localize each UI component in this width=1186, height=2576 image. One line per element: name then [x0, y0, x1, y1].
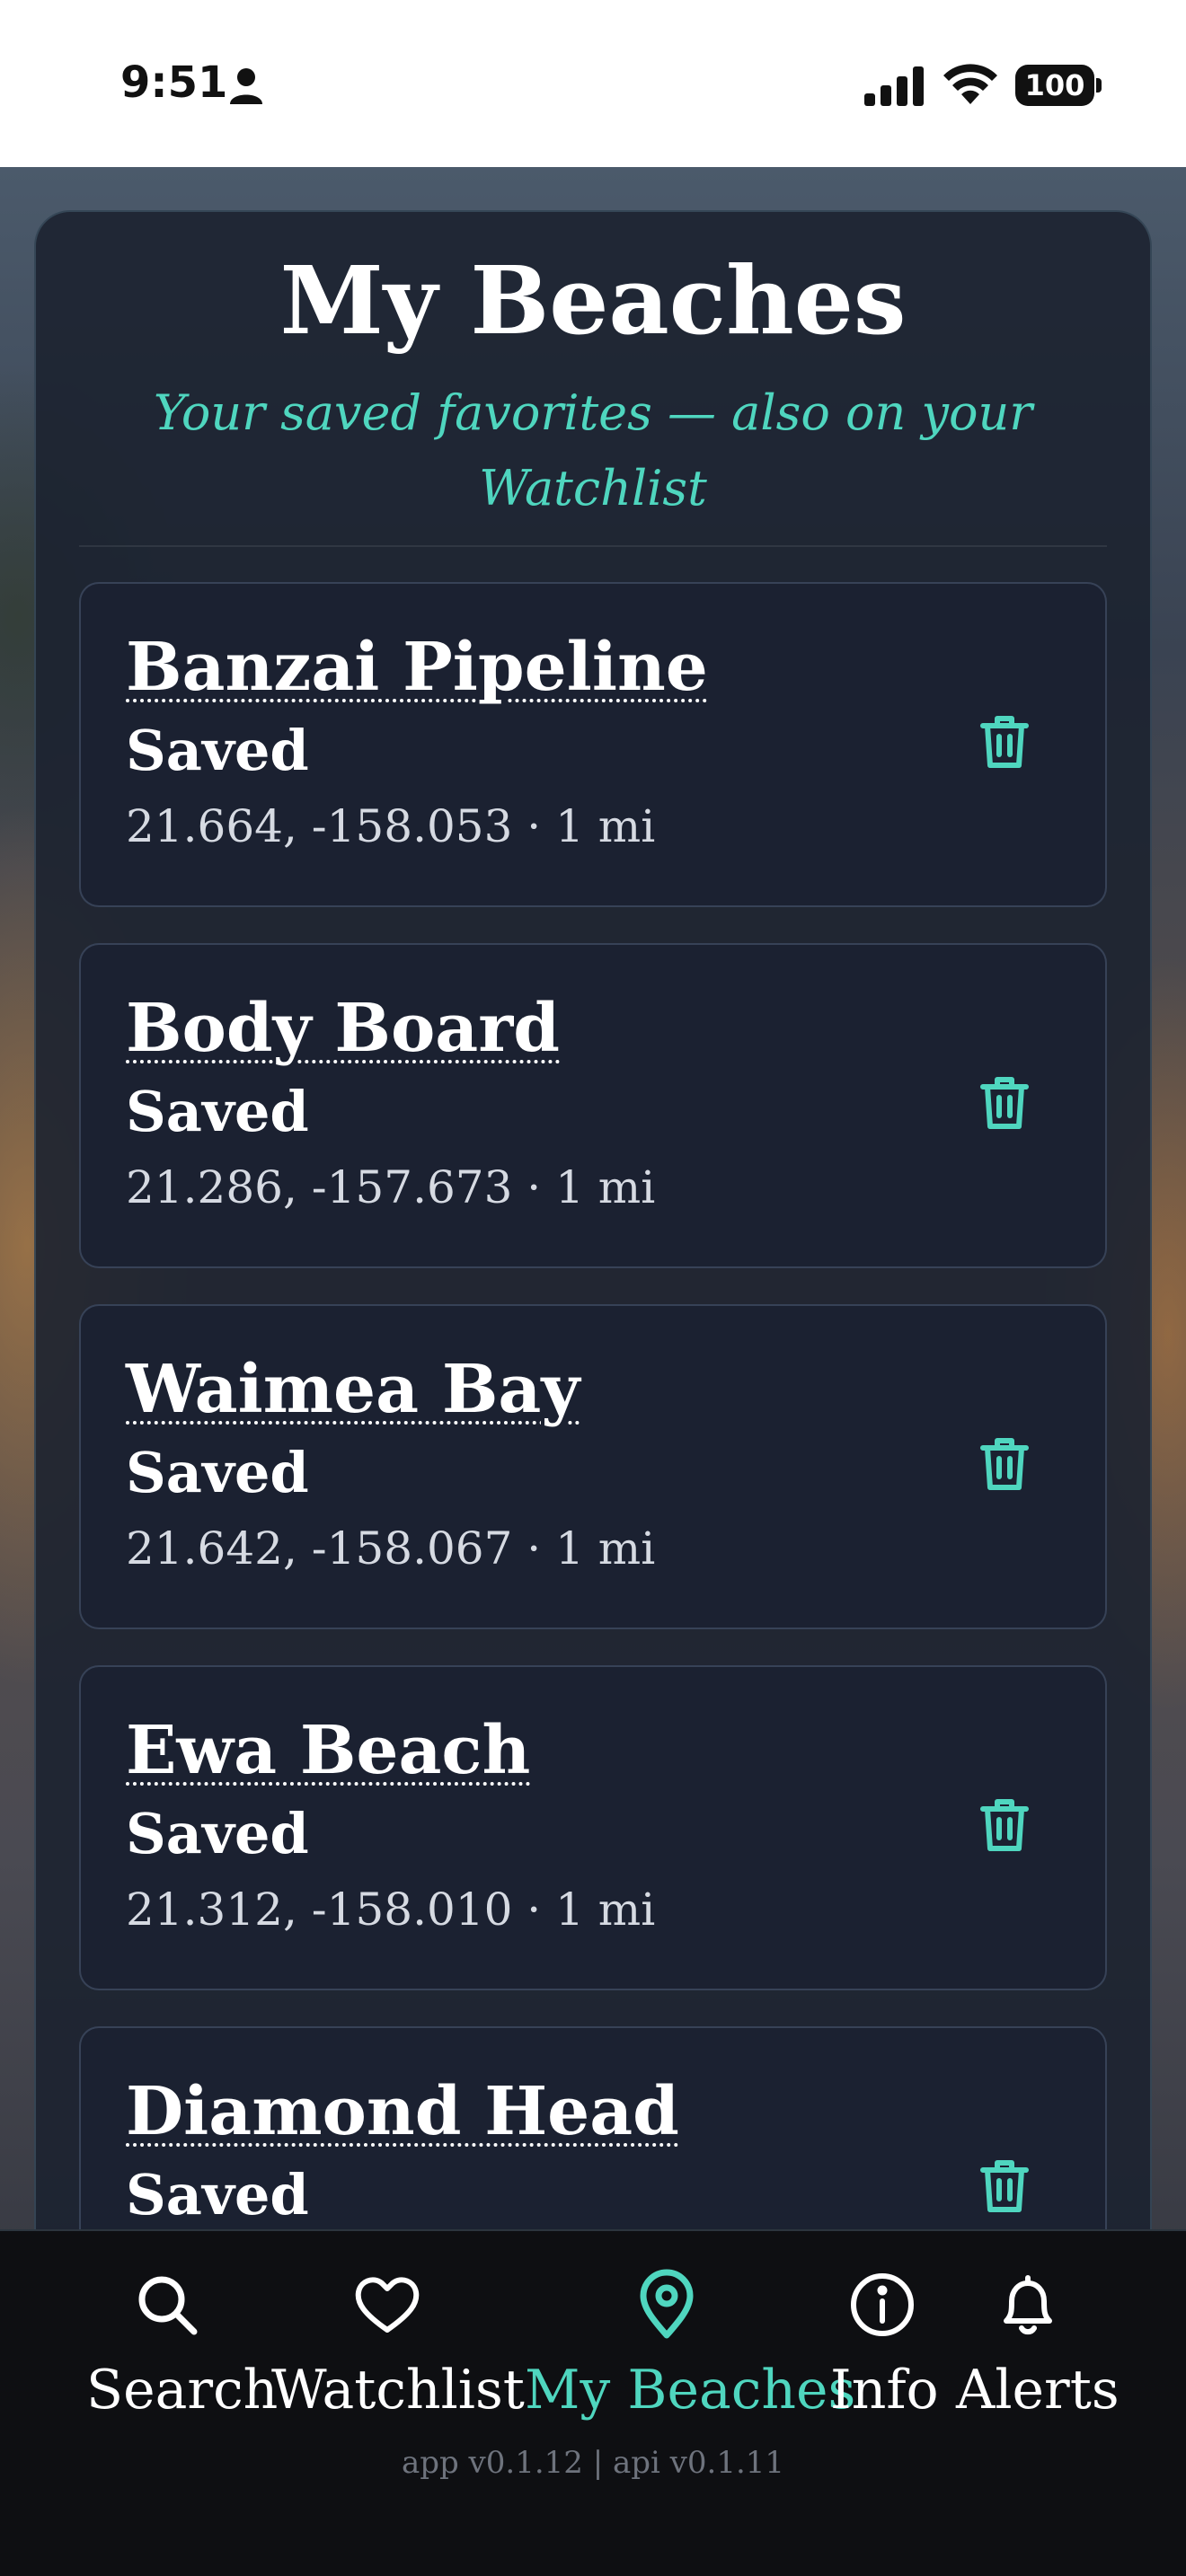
page-subtitle: Your saved favorites — also on your Watc…: [153, 384, 1033, 516]
beach-status: Saved: [126, 1440, 309, 1505]
beach-coordinates-distance: 21.664, -158.053 · 1 mi: [126, 800, 656, 852]
battery-level: 100: [1024, 68, 1085, 102]
info-icon: [851, 2273, 914, 2336]
page-title: My Beaches: [279, 245, 907, 356]
nav-label: Info: [830, 2359, 939, 2422]
version-text: app v0.1.12 | api v0.1.11: [401, 2445, 785, 2481]
bell-icon: [1004, 2275, 1052, 2335]
status-bar: 9:51 100: [0, 0, 1186, 167]
heart-icon: [355, 2277, 420, 2333]
nav-my-beaches[interactable]: My Beaches: [525, 2269, 855, 2422]
beach-name-link[interactable]: Body Board: [126, 988, 560, 1069]
nav-label: Alerts: [956, 2359, 1120, 2422]
beach-name-link[interactable]: Ewa Beach: [126, 1710, 530, 1791]
beach-status: Saved: [126, 718, 309, 783]
beach-status: Saved: [126, 1079, 309, 1144]
trash-icon[interactable]: [979, 1074, 1030, 1132]
trash-icon[interactable]: [979, 713, 1030, 771]
nav-label: Search: [86, 2359, 279, 2422]
person-icon: [230, 68, 262, 104]
beach-card[interactable]: Waimea Bay Saved 21.642, -158.067 · 1 mi: [79, 1304, 1107, 1629]
beach-coordinates-distance: 21.286, -157.673 · 1 mi: [126, 1161, 656, 1213]
battery-icon: 100: [1015, 65, 1102, 108]
nav-alerts[interactable]: Alerts: [956, 2269, 1120, 2422]
beach-card[interactable]: Banzai Pipeline Saved 21.664, -158.053 ·…: [79, 582, 1107, 907]
nav-label: My Beaches: [525, 2359, 856, 2422]
trash-icon[interactable]: [979, 1435, 1030, 1493]
bottom-nav: Search Watchlist My Beaches Info Alerts: [0, 2229, 1186, 2576]
beach-card[interactable]: Body Board Saved 21.286, -157.673 · 1 mi: [79, 943, 1107, 1268]
beach-name-link[interactable]: Banzai Pipeline: [126, 627, 708, 708]
beach-name-link[interactable]: Waimea Bay: [126, 1349, 580, 1430]
beach-card[interactable]: Ewa Beach Saved 21.312, -158.010 · 1 mi: [79, 1665, 1107, 1990]
cellular-signal-icon: [864, 66, 924, 106]
wifi-icon: [943, 64, 997, 104]
beach-coordinates-distance: 21.642, -158.067 · 1 mi: [126, 1522, 656, 1575]
map-pin-icon: [640, 2269, 694, 2339]
trash-icon[interactable]: [979, 1796, 1030, 1854]
beach-coordinates-distance: 21.312, -158.010 · 1 mi: [126, 1883, 656, 1936]
nav-watchlist[interactable]: Watchlist: [271, 2269, 525, 2422]
beach-name-link[interactable]: Diamond Head: [126, 2071, 679, 2152]
search-icon: [138, 2276, 198, 2335]
divider: [79, 545, 1107, 547]
nav-info[interactable]: Info: [830, 2269, 939, 2422]
nav-label: Watchlist: [271, 2359, 525, 2422]
beach-status: Saved: [126, 1801, 309, 1866]
status-time: 9:51: [120, 57, 228, 108]
trash-icon[interactable]: [979, 2157, 1030, 2215]
beach-status: Saved: [126, 2162, 309, 2228]
nav-search[interactable]: Search: [86, 2269, 278, 2422]
